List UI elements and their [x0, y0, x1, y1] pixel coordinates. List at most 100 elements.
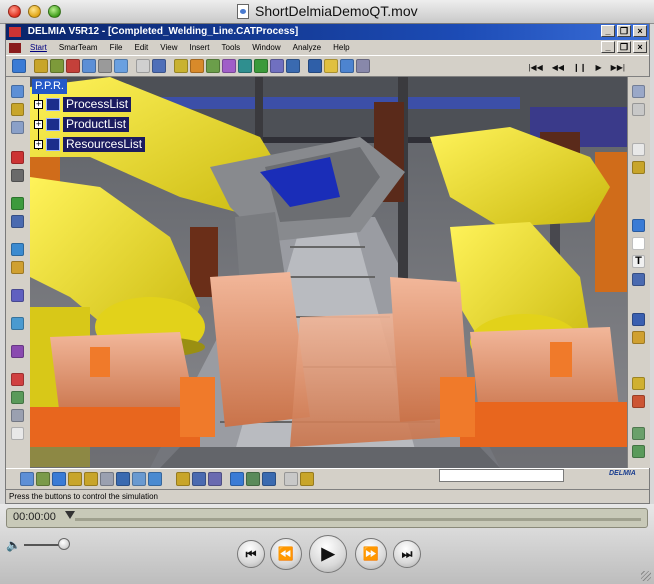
menu-start[interactable]: Start [24, 43, 53, 52]
close-window-button[interactable] [8, 5, 21, 18]
clipboard-icon[interactable] [632, 237, 645, 250]
rewind-button[interactable]: ⏪ [270, 538, 302, 570]
power-input-field[interactable] [439, 469, 564, 482]
robot-icon[interactable] [66, 59, 80, 73]
copy-icon[interactable] [11, 391, 24, 404]
link-icon[interactable] [98, 59, 112, 73]
delete-icon[interactable] [11, 373, 24, 386]
lock-icon[interactable] [632, 377, 645, 390]
signal-icon[interactable] [11, 345, 24, 358]
swap-icon[interactable] [230, 472, 244, 486]
lights-icon[interactable] [176, 472, 190, 486]
filter-icon[interactable] [208, 472, 222, 486]
menu-tools[interactable]: Tools [216, 43, 247, 52]
tag-icon[interactable] [174, 59, 188, 73]
move-icon[interactable] [11, 103, 24, 116]
timeline[interactable]: 00:00:00 [6, 508, 648, 528]
axis-icon[interactable] [11, 317, 24, 330]
check-icon[interactable] [254, 59, 268, 73]
rotate-icon[interactable] [52, 472, 66, 486]
tree-node-resources-list[interactable]: + ResourcesList [34, 137, 146, 152]
tree-node-process-list[interactable]: + ProcessList [34, 97, 132, 112]
program-icon[interactable] [11, 289, 24, 302]
stop-icon[interactable] [11, 151, 24, 164]
expand-icon[interactable]: + [34, 140, 43, 149]
app-minimize-button[interactable]: _ [601, 25, 615, 37]
zoom-window-button[interactable] [48, 5, 61, 18]
sim-step-back-button[interactable]: ◀◀ [552, 63, 564, 72]
doc-restore-button[interactable]: ❐ [617, 41, 631, 53]
tree-toggle-icon[interactable] [246, 472, 260, 486]
compass-icon[interactable] [632, 85, 645, 98]
expand-icon[interactable]: + [34, 120, 43, 129]
menu-insert[interactable]: Insert [183, 43, 215, 52]
app-restore-button[interactable]: ❐ [617, 25, 631, 37]
grid-icon[interactable] [632, 273, 645, 286]
3d-viewport[interactable]: P.P.R. + ProcessList + ProductList + Res… [30, 77, 627, 468]
resize-grip[interactable] [641, 571, 651, 581]
insert-icon[interactable] [11, 197, 24, 210]
sequence-icon[interactable] [152, 59, 166, 73]
process-icon[interactable] [34, 59, 48, 73]
operation-icon[interactable] [206, 59, 220, 73]
hide-show-icon[interactable] [148, 472, 162, 486]
measure-icon[interactable] [632, 161, 645, 174]
fly-icon[interactable] [20, 472, 34, 486]
minimize-window-button[interactable] [28, 5, 41, 18]
annotation-icon[interactable] [632, 313, 645, 326]
menu-file[interactable]: File [104, 43, 129, 52]
gear-icon[interactable] [11, 169, 24, 182]
pointer-icon[interactable] [632, 143, 645, 156]
marker-icon[interactable] [632, 331, 645, 344]
cycle-icon[interactable] [300, 472, 314, 486]
scrub-bar[interactable] [75, 518, 641, 521]
tree-root-ppr[interactable]: P.P.R. [32, 79, 67, 94]
menu-edit[interactable]: Edit [128, 43, 154, 52]
menu-analyze[interactable]: Analyze [287, 43, 327, 52]
doc-close-button[interactable]: × [633, 41, 647, 53]
doc-minimize-button[interactable]: _ [601, 41, 615, 53]
sim-play-button[interactable]: ▶ [595, 63, 601, 72]
product-icon[interactable] [12, 59, 26, 73]
pencil-icon[interactable] [632, 445, 645, 458]
layer-icon[interactable] [11, 409, 24, 422]
sim-pause-button[interactable]: ❙❙ [573, 63, 586, 72]
clash-icon[interactable] [238, 59, 252, 73]
snap-icon[interactable] [11, 121, 24, 134]
volume-knob[interactable] [58, 538, 70, 550]
brush-icon[interactable] [632, 427, 645, 440]
jog-icon[interactable] [286, 59, 300, 73]
export-icon[interactable] [356, 59, 370, 73]
gantt-icon[interactable] [324, 59, 338, 73]
resource-icon[interactable] [50, 59, 64, 73]
playhead[interactable] [65, 511, 75, 519]
zoom-out-icon[interactable] [84, 472, 98, 486]
material-icon[interactable] [192, 472, 206, 486]
tree-icon[interactable] [11, 215, 24, 228]
fast-forward-button[interactable]: ⏩ [355, 538, 387, 570]
camera-icon[interactable] [632, 219, 645, 232]
play-button[interactable]: ▶ [309, 535, 347, 573]
render-icon[interactable] [132, 472, 146, 486]
arrows-icon[interactable] [284, 472, 298, 486]
report-icon[interactable] [340, 59, 354, 73]
sim-go-end-button[interactable]: ▶▶| [611, 63, 625, 72]
tree-node-product-list[interactable]: + ProductList [34, 117, 130, 132]
device-icon[interactable] [82, 59, 96, 73]
normal-view-icon[interactable] [100, 472, 114, 486]
text-icon[interactable]: T [632, 255, 645, 268]
app-close-button[interactable]: × [633, 25, 647, 37]
menu-help[interactable]: Help [327, 43, 355, 52]
select-icon[interactable] [11, 85, 24, 98]
network-icon[interactable] [11, 243, 24, 256]
zoom-in-icon[interactable] [68, 472, 82, 486]
pan-icon[interactable] [36, 472, 50, 486]
path-icon[interactable] [190, 59, 204, 73]
go-to-start-button[interactable]: ⏮ [237, 540, 265, 568]
expand-icon[interactable]: + [34, 100, 43, 109]
iso-view-icon[interactable] [116, 472, 130, 486]
teach-icon[interactable] [270, 59, 284, 73]
weld-icon[interactable] [222, 59, 236, 73]
table-icon[interactable] [308, 59, 322, 73]
sim-go-start-button[interactable]: |◀◀ [528, 63, 542, 72]
